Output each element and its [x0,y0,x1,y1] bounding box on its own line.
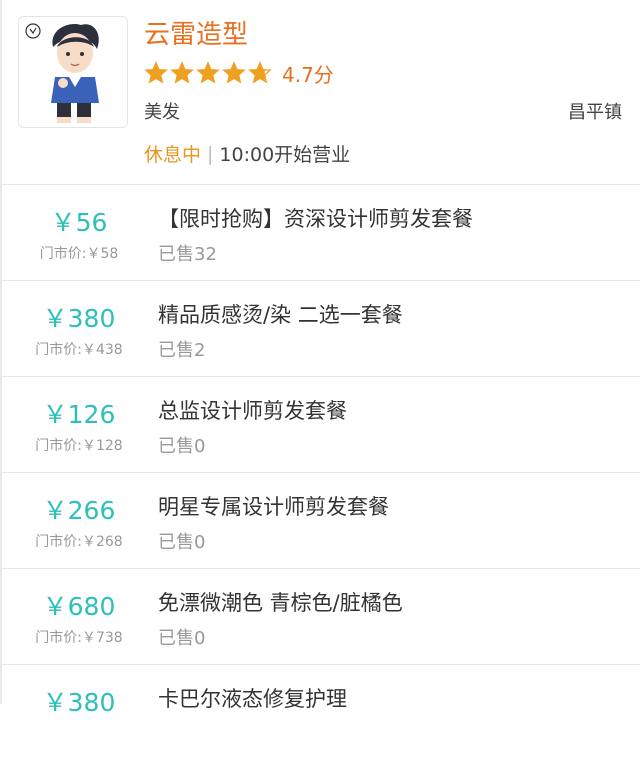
rating-row: 4.7分 [144,58,334,88]
deal-price: ￥380 [42,688,116,717]
deal-item[interactable]: ￥126 门市价:￥128 总监设计师剪发套餐 已售0 [0,377,640,473]
shop-avatar[interactable] [18,16,128,128]
shop-header[interactable]: 云雷造型 4.7分 美发 昌平镇 休息中 | 10:00开始营业 [0,0,640,185]
deal-item[interactable]: ￥266 门市价:￥268 明星专属设计师剪发套餐 已售0 [0,473,640,569]
star-rating [144,61,272,85]
deal-title: 卡巴尔液态修复护理 [158,687,347,711]
deal-title: 免漂微潮色 青棕色/脏橘色 [158,591,403,615]
shop-area: 昌平镇 [568,102,622,123]
shop-category: 美发 [144,102,180,123]
cartoon-avatar-illustration [25,23,99,123]
deal-item[interactable]: ￥380 门市价:￥438 精品质感烫/染 二选一套餐 已售2 [0,281,640,377]
deal-title: 总监设计师剪发套餐 [158,399,347,423]
shop-name: 云雷造型 [144,20,249,50]
deal-title: 明星专属设计师剪发套餐 [158,495,389,519]
deal-sold-count: 已售2 [158,340,206,361]
deal-sold-count: 已售0 [158,628,206,649]
deal-item[interactable]: ￥56 门市价:￥58 【限时抢购】资深设计师剪发套餐 已售32 [0,185,640,281]
deal-price: ￥56 [50,208,108,237]
deal-title: 【限时抢购】资深设计师剪发套餐 [158,207,473,231]
deal-item[interactable]: ￥380 卡巴尔液态修复护理 [0,665,640,760]
deal-sold-count: 已售32 [158,244,217,265]
star-half-icon [248,61,272,84]
deal-original-price: 门市价:￥738 [35,630,123,646]
status-state: 休息中 [144,144,202,166]
deal-original-price: 门市价:￥268 [35,534,123,550]
deal-price: ￥680 [42,592,116,621]
status-separator: | [207,142,214,165]
star-full-icon [222,61,246,84]
star-full-icon [196,61,220,84]
deal-original-price: 门市价:￥58 [39,246,119,262]
deal-sold-count: 已售0 [158,436,206,457]
business-status: 休息中 | 10:00开始营业 [144,140,350,167]
deal-price: ￥266 [42,496,116,525]
deal-price: ￥126 [42,400,116,429]
deal-list: ￥56 门市价:￥58 【限时抢购】资深设计师剪发套餐 已售32 ￥380 门市… [0,185,640,760]
deal-original-price: 门市价:￥128 [35,438,123,454]
rating-value: 4.7分 [282,62,334,87]
deal-sold-count: 已售0 [158,532,206,553]
deal-original-price: 门市价:￥438 [35,342,123,358]
star-full-icon [144,61,168,84]
star-full-icon [170,61,194,84]
deal-title: 精品质感烫/染 二选一套餐 [158,303,403,327]
deal-price: ￥380 [42,304,116,333]
deal-item[interactable]: ￥680 门市价:￥738 免漂微潮色 青棕色/脏橘色 已售0 [0,569,640,665]
status-hours: 10:00开始营业 [219,144,351,166]
